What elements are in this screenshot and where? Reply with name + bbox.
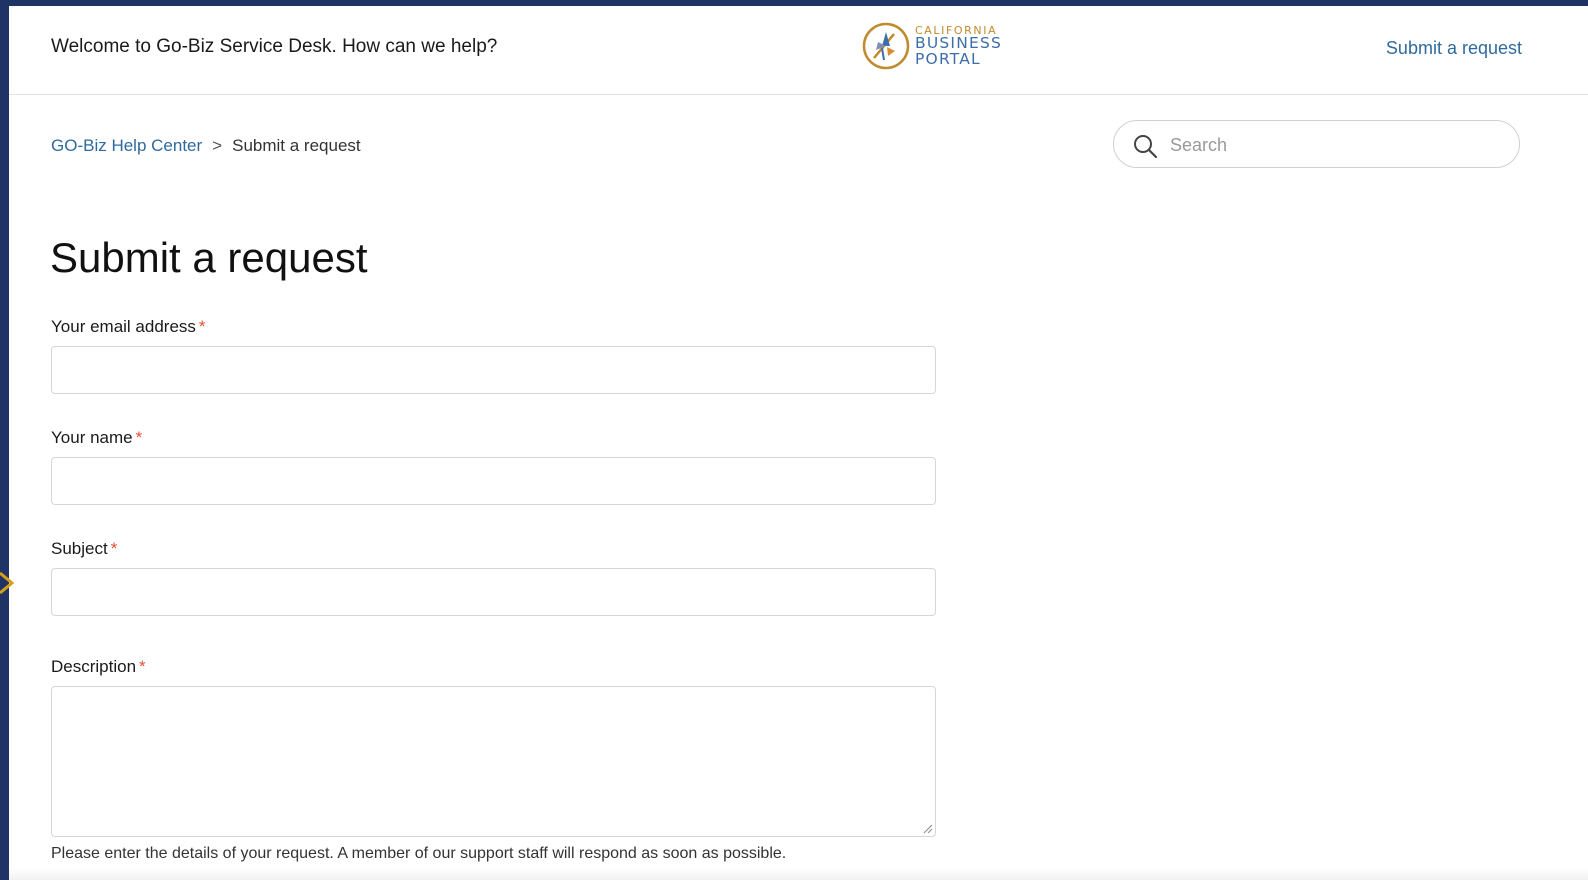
search-input[interactable] xyxy=(1168,131,1502,159)
logo-portal-text: PORTAL xyxy=(915,49,981,68)
email-field[interactable] xyxy=(51,346,936,394)
resize-handle-icon[interactable] xyxy=(923,824,933,834)
subject-field[interactable] xyxy=(51,568,936,616)
required-marker: * xyxy=(198,317,206,336)
description-textarea[interactable] xyxy=(51,686,936,837)
header-submit-request-link[interactable]: Submit a request xyxy=(1386,38,1522,59)
email-field-label: Your email address * xyxy=(51,317,206,336)
description-hint: Please enter the details of your request… xyxy=(51,845,787,862)
search-box[interactable] xyxy=(1113,120,1520,168)
name-field-label: Your name * xyxy=(51,428,143,447)
california-business-portal-logo[interactable]: CALIFORNIA BUSINESS PORTAL xyxy=(860,20,1030,72)
breadcrumb-separator: > xyxy=(212,136,223,155)
subject-field-label: Subject * xyxy=(51,539,118,558)
side-arrow-icon xyxy=(0,571,14,595)
required-marker: * xyxy=(135,428,143,447)
search-icon xyxy=(1134,135,1158,159)
description-field-label: Description * xyxy=(51,657,146,676)
name-field[interactable] xyxy=(51,457,936,505)
required-marker: * xyxy=(139,657,146,676)
browser-frame: Welcome to Go-Biz Service Desk. How can … xyxy=(0,0,1588,880)
required-marker: * xyxy=(110,539,118,558)
welcome-text: Welcome to Go-Biz Service Desk. How can … xyxy=(51,36,498,57)
breadcrumb-current: Submit a request xyxy=(232,136,361,155)
california-poppy-emblem-icon xyxy=(862,22,910,70)
page-title: Submit a request xyxy=(50,234,368,281)
breadcrumb: GO-Biz Help Center > Submit a request xyxy=(51,136,361,156)
breadcrumb-home-link[interactable]: GO-Biz Help Center xyxy=(51,136,202,155)
site-header: Welcome to Go-Biz Service Desk. How can … xyxy=(9,6,1588,95)
bottom-fade xyxy=(9,868,1588,880)
